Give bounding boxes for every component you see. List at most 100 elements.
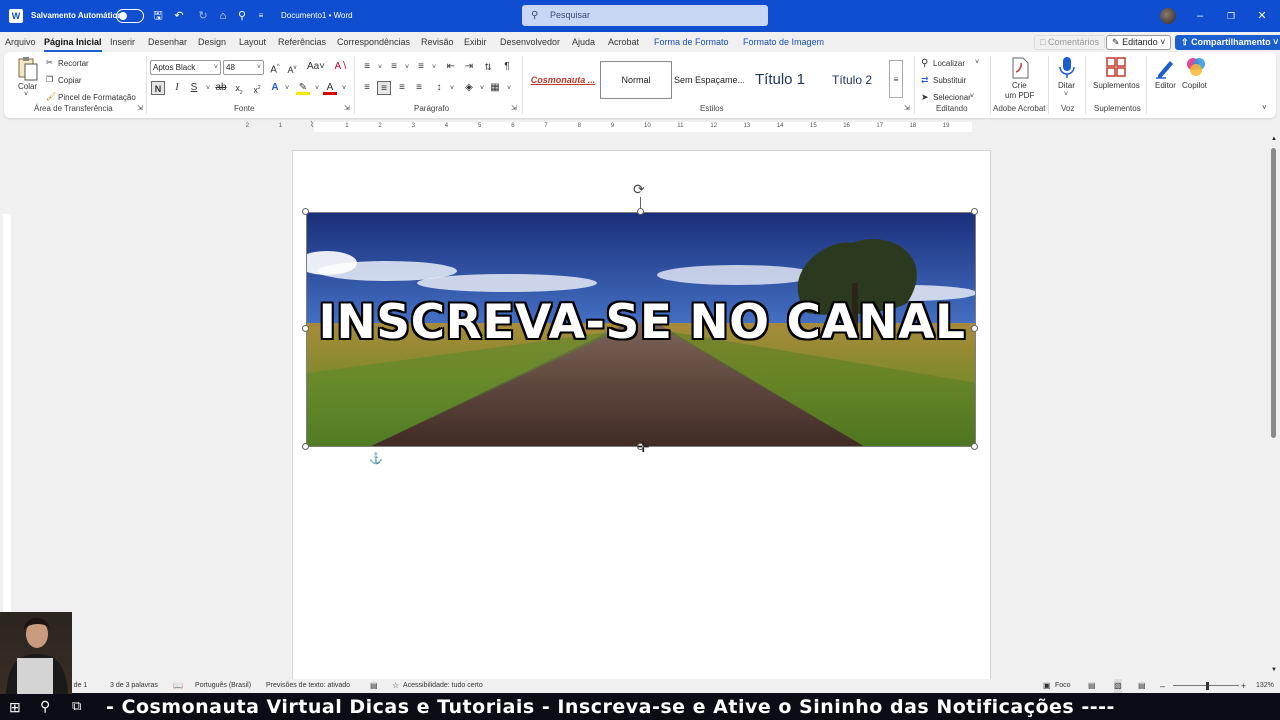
change-case-icon[interactable]: Aa˅ [305, 60, 327, 74]
minimize-icon[interactable]: – [1193, 9, 1207, 23]
line-spacing-icon[interactable]: ↕ [432, 81, 446, 95]
numbering-chevron-icon[interactable]: ˅ [400, 61, 414, 75]
web-layout-icon[interactable]: ▤ [1138, 679, 1146, 693]
tab-layout[interactable]: Layout [239, 32, 266, 52]
editor-button[interactable]: Editor [1155, 81, 1176, 90]
status-words[interactable]: 3 de 3 palavras [110, 679, 158, 693]
proofing-icon[interactable]: 📖 [173, 679, 183, 693]
shading-icon[interactable]: ◈ [462, 81, 476, 95]
customize-qat-icon[interactable]: ≡ [254, 9, 268, 23]
home-icon[interactable]: ⌂ [216, 9, 230, 23]
pdf-icon[interactable] [1010, 57, 1032, 79]
find-icon[interactable]: ⚲ [921, 58, 928, 69]
increase-indent-icon[interactable]: ⇥ [462, 60, 476, 74]
line-spacing-chevron-icon[interactable]: ˅ [445, 82, 459, 96]
shading-chevron-icon[interactable]: ˅ [475, 82, 489, 96]
tab-formato-de-imagem[interactable]: Formato de Imagem [743, 32, 824, 52]
copilot-icon[interactable] [1186, 57, 1208, 79]
windows-start-icon[interactable]: ⊞ [9, 699, 21, 716]
microphone-icon[interactable] [1058, 56, 1080, 78]
font-color-icon[interactable]: A [323, 81, 337, 95]
paste-icon[interactable] [17, 56, 39, 81]
justify-icon[interactable]: ≡ [412, 81, 426, 95]
scroll-up-icon[interactable]: ▲ [1271, 136, 1277, 142]
paste-chevron-icon[interactable]: ˅ [24, 91, 28, 98]
zoom-out-icon[interactable]: – [1160, 679, 1165, 693]
resize-handle-right[interactable] [971, 325, 978, 332]
align-left-icon[interactable]: ≡ [360, 81, 374, 95]
strikethrough-icon[interactable]: ab [214, 81, 228, 95]
resize-handle-bottom-left[interactable] [302, 443, 309, 450]
clear-formatting-icon[interactable]: A∖ [334, 60, 348, 74]
borders-icon[interactable]: ▦ [488, 81, 502, 95]
grow-font-icon[interactable]: A^ [268, 60, 282, 75]
underline-button[interactable]: S [187, 81, 201, 95]
close-icon[interactable]: ✕ [1255, 9, 1269, 23]
tab-correspondencias[interactable]: Correspondências [337, 32, 410, 52]
clipboard-launcher-icon[interactable]: ⇲ [137, 104, 143, 112]
align-right-icon[interactable]: ≡ [395, 81, 409, 95]
bold-button[interactable]: N [151, 81, 165, 95]
subscript-icon[interactable]: x2 [232, 81, 246, 96]
vertical-scrollbar[interactable]: ▲ ▼ [1268, 134, 1280, 679]
select-chevron-icon[interactable]: ˅ [970, 93, 974, 100]
focus-icon[interactable]: ▣ [1043, 679, 1051, 693]
replace-icon[interactable]: ⇄ [921, 75, 929, 86]
font-size-combo[interactable]: 48 ˅ [223, 60, 264, 75]
avatar[interactable] [1160, 8, 1176, 24]
zoom-in-icon[interactable]: + [1241, 679, 1246, 693]
font-launcher-icon[interactable]: ⇲ [344, 104, 350, 112]
tab-referencias[interactable]: Referências [278, 32, 326, 52]
tab-arquivo[interactable]: Arquivo [5, 32, 36, 52]
share-button[interactable]: ⇧ Compartilhamento ˅ [1175, 35, 1280, 50]
font-color-chevron-icon[interactable]: ˅ [337, 82, 351, 96]
tab-inserir[interactable]: Inserir [110, 32, 135, 52]
resize-handle-bottom-right[interactable] [971, 443, 978, 450]
zoom-slider-thumb[interactable] [1206, 682, 1209, 690]
replace-button[interactable]: Substituir [933, 76, 966, 85]
select-icon[interactable]: ➤ [921, 92, 929, 103]
redo-icon[interactable]: ↻ [196, 9, 210, 23]
superscript-icon[interactable]: x2 [250, 81, 264, 95]
print-layout-icon[interactable]: ▧ [1114, 679, 1122, 693]
style-heading-1[interactable]: Título 1 [746, 61, 814, 99]
multilevel-chevron-icon[interactable]: ˅ [427, 61, 441, 75]
autosave-toggle[interactable] [116, 9, 144, 23]
comments-button[interactable]: □ Comentários [1034, 35, 1105, 50]
tab-desenhar[interactable]: Desenhar [148, 32, 187, 52]
tab-ajuda[interactable]: Ajuda [572, 32, 595, 52]
read-mode-icon[interactable]: ▤ [1088, 679, 1096, 693]
status-language[interactable]: Português (Brasil) [195, 679, 251, 693]
decrease-indent-icon[interactable]: ⇤ [444, 60, 458, 74]
create-pdf-label-1[interactable]: Crie [1012, 81, 1027, 90]
addins-icon[interactable] [1106, 57, 1128, 79]
bullets-icon[interactable]: ≡ [360, 60, 374, 74]
status-zoom[interactable]: 132% [1256, 679, 1274, 693]
italic-button[interactable]: I [170, 81, 184, 95]
style-no-spacing[interactable]: Sem Espaçame... [674, 61, 744, 99]
copilot-button[interactable]: Copilot [1182, 81, 1207, 90]
status-focus[interactable]: Foco [1055, 679, 1071, 693]
resize-handle-top-left[interactable] [302, 208, 309, 215]
horizontal-ruler[interactable] [292, 120, 992, 134]
undo-icon[interactable]: ↶ [172, 9, 186, 23]
font-name-combo[interactable]: Aptos Black ˅ [150, 60, 221, 75]
numbering-icon[interactable]: ≡ [387, 60, 401, 74]
show-marks-icon[interactable]: ¶ [500, 60, 514, 74]
underline-chevron-icon[interactable]: ˅ [201, 82, 215, 96]
macro-icon[interactable]: ▤ [370, 679, 378, 693]
accessibility-icon[interactable]: ☆ [392, 679, 399, 693]
styles-launcher-icon[interactable]: ⇲ [904, 104, 910, 112]
tab-pagina-inicial[interactable]: Página Inicial [44, 32, 102, 52]
style-cosmonauta[interactable]: Cosmonauta ... [528, 61, 598, 99]
resize-handle-top-right[interactable] [971, 208, 978, 215]
sort-icon[interactable]: ⇅ [481, 60, 495, 74]
highlight-icon[interactable]: ✎ [296, 81, 310, 95]
vertical-ruler[interactable] [0, 134, 14, 679]
scroll-thumb[interactable] [1271, 148, 1276, 438]
selected-picture[interactable]: INSCREVA-SE NO CANAL [306, 212, 976, 447]
styles-gallery-more-icon[interactable]: ≡ [889, 60, 903, 98]
format-painter-icon[interactable]: 🖌 [46, 92, 56, 101]
indent-marker-icon[interactable]: ⌇ [310, 120, 314, 129]
editing-mode-button[interactable]: ✎ Editando ˅ [1106, 35, 1172, 50]
